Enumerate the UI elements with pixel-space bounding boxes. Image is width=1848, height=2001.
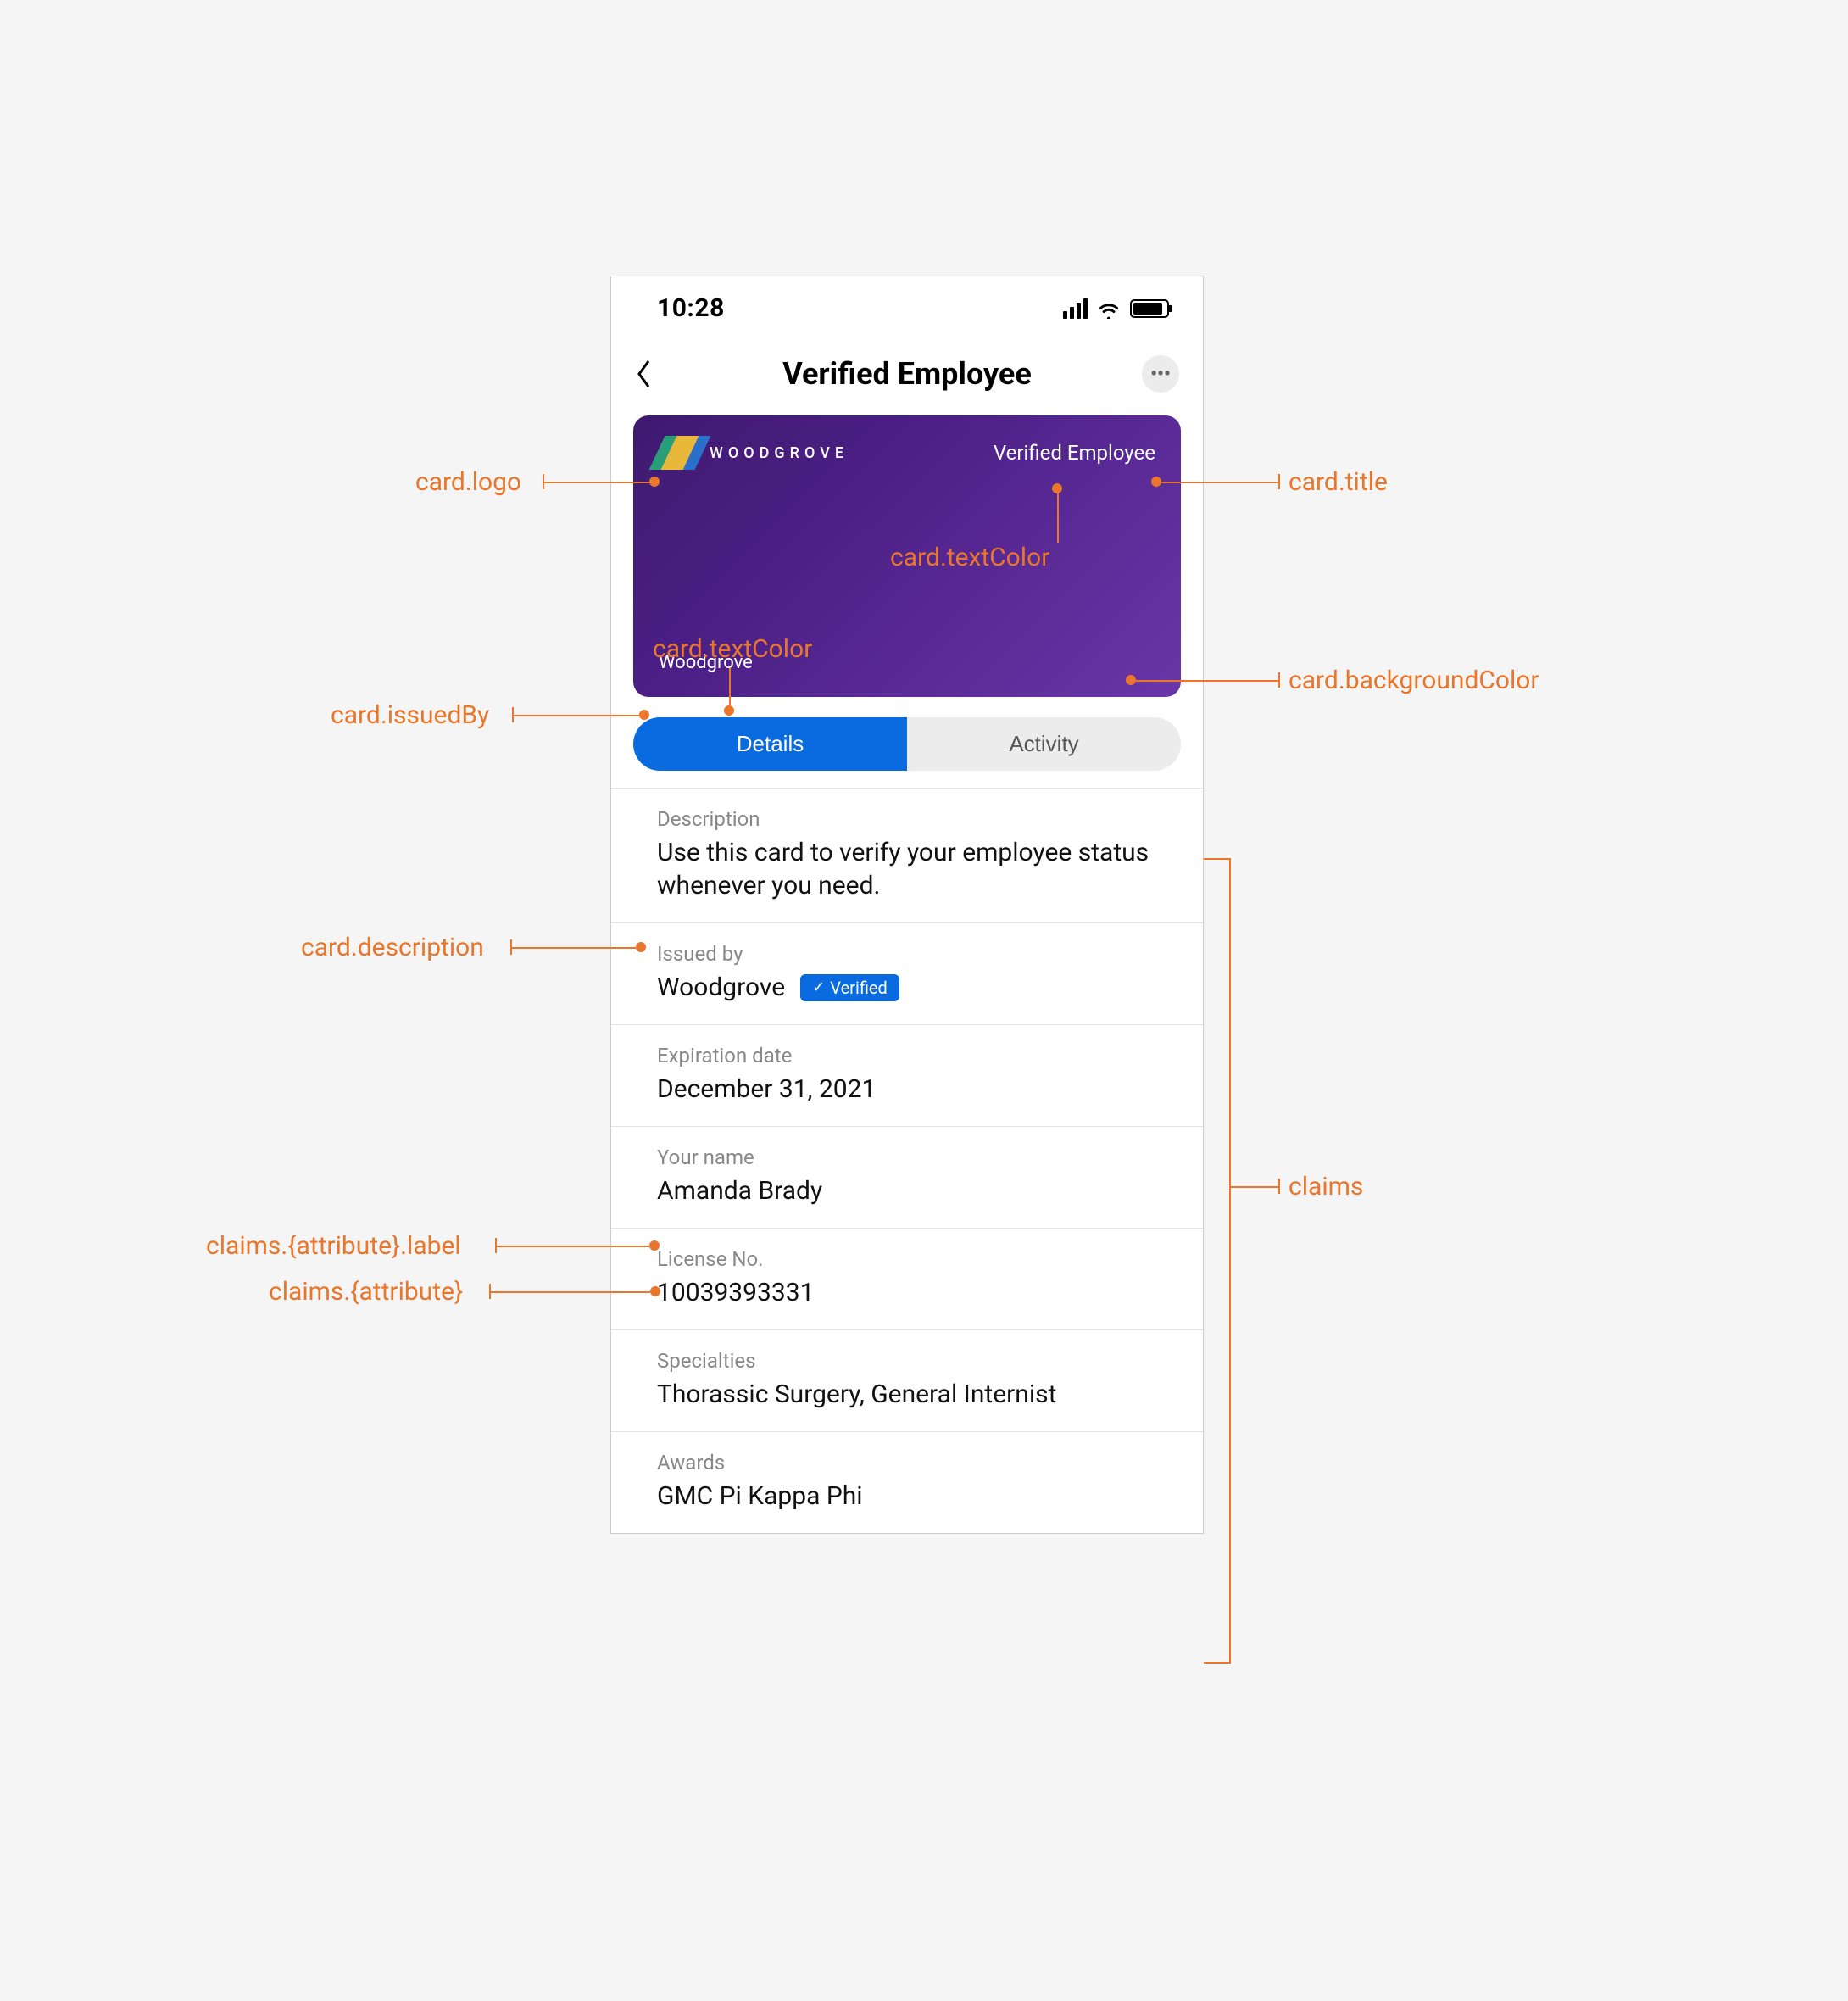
row-awards: Awards GMC Pi Kappa Phi <box>611 1432 1203 1533</box>
annotation-dot <box>636 942 646 952</box>
segmented-control: Details Activity <box>633 717 1181 771</box>
annotation-leader <box>1229 1186 1280 1188</box>
verified-badge-text: Verified <box>830 978 888 998</box>
awards-value: GMC Pi Kappa Phi <box>657 1480 1177 1513</box>
battery-icon <box>1130 299 1169 318</box>
details-list: Description Use this card to verify your… <box>611 788 1203 1533</box>
annotation-description: card.description <box>301 933 484 962</box>
annotation-card-logo: card.logo <box>415 467 521 497</box>
verified-badge: ✓ Verified <box>800 974 899 1001</box>
page-title: Verified Employee <box>672 356 1142 392</box>
specialties-label: Specialties <box>657 1349 1177 1373</box>
nav-bar: Verified Employee ••• <box>611 332 1203 411</box>
annotation-claim-value: claims.{attribute} <box>269 1277 463 1307</box>
annotation-dot <box>1052 483 1062 493</box>
license-value: 10039393331 <box>657 1276 1177 1309</box>
row-description: Description Use this card to verify your… <box>611 789 1203 923</box>
wifi-icon <box>1096 298 1122 319</box>
annotation-leader <box>512 715 639 716</box>
name-value: Amanda Brady <box>657 1174 1177 1207</box>
description-value: Use this card to verify your employee st… <box>657 836 1177 902</box>
annotation-dot <box>639 710 649 720</box>
specialties-value: Thorassic Surgery, General Internist <box>657 1378 1177 1411</box>
row-license: License No. 10039393331 <box>611 1229 1203 1330</box>
status-bar: 10:28 <box>611 276 1203 332</box>
annotation-text-color-2: card.textColor <box>653 634 812 664</box>
back-button[interactable] <box>635 359 672 389</box>
annotation-leader <box>489 1291 650 1293</box>
annotation-text-color-1: card.textColor <box>890 543 1049 572</box>
expiration-label: Expiration date <box>657 1044 1177 1067</box>
annotation-claims: claims <box>1289 1172 1363 1201</box>
row-issued-by: Issued by Woodgrove ✓ Verified <box>611 923 1203 1025</box>
woodgrove-logo-icon <box>659 436 703 470</box>
annotation-card-title: card.title <box>1289 467 1388 497</box>
tab-details[interactable]: Details <box>633 717 907 771</box>
annotation-bracket-bottom <box>1204 1662 1231 1664</box>
annotation-leader <box>1161 482 1280 483</box>
annotation-dot <box>1126 675 1136 685</box>
name-label: Your name <box>657 1145 1177 1169</box>
annotation-claim-label: claims.{attribute}.label <box>206 1231 461 1261</box>
annotation-leader <box>729 668 731 709</box>
annotation-dot <box>1151 477 1161 487</box>
status-time: 10:28 <box>657 293 725 323</box>
annotation-dot <box>724 705 734 716</box>
annotation-leader <box>1057 490 1059 543</box>
card-logo-text: WOODGROVE <box>710 444 849 462</box>
annotation-issued-by: card.issuedBy <box>331 700 489 730</box>
description-label: Description <box>657 807 1177 831</box>
annotation-bracket <box>1229 858 1231 1664</box>
cellular-icon <box>1063 298 1088 319</box>
annotation-leader <box>1136 680 1280 682</box>
annotation-leader <box>543 482 649 483</box>
status-icons <box>1063 298 1169 319</box>
row-name: Your name Amanda Brady <box>611 1127 1203 1229</box>
annotation-dot <box>649 477 660 487</box>
card-logo: WOODGROVE <box>659 436 849 470</box>
annotation-dot <box>649 1240 660 1251</box>
annotation-leader <box>495 1246 649 1247</box>
expiration-value: December 31, 2021 <box>657 1073 1177 1106</box>
chevron-left-icon <box>635 359 654 389</box>
annotation-bracket-top <box>1204 858 1231 860</box>
card-title-text: Verified Employee <box>994 441 1155 465</box>
issued-by-label: Issued by <box>657 942 1177 966</box>
awards-label: Awards <box>657 1451 1177 1474</box>
row-specialties: Specialties Thorassic Surgery, General I… <box>611 1330 1203 1432</box>
annotation-leader <box>510 947 636 949</box>
ellipsis-icon: ••• <box>1150 364 1171 385</box>
tab-activity[interactable]: Activity <box>907 717 1181 771</box>
row-expiration: Expiration date December 31, 2021 <box>611 1025 1203 1127</box>
phone-frame: 10:28 Verified Employee <box>610 276 1204 1534</box>
annotation-dot <box>650 1286 660 1296</box>
issued-by-value: Woodgrove <box>657 971 785 1004</box>
more-button[interactable]: ••• <box>1142 355 1179 393</box>
check-icon: ✓ <box>812 978 825 996</box>
license-label: License No. <box>657 1247 1177 1271</box>
annotation-background: card.backgroundColor <box>1289 666 1539 695</box>
